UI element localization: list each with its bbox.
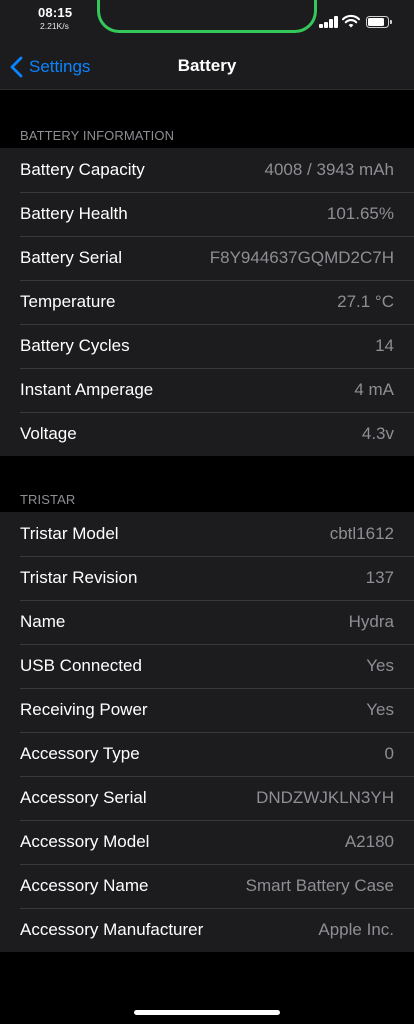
row-label: Battery Capacity — [20, 160, 145, 179]
row-receiving-power[interactable]: Receiving Power Yes — [0, 688, 414, 732]
row-label: Name — [20, 612, 66, 631]
page-title: Battery — [177, 56, 237, 75]
row-value: 0 — [384, 744, 394, 763]
row-label: Accessory Serial — [20, 788, 147, 807]
row-value: 27.1 °C — [337, 292, 394, 311]
row-battery-serial[interactable]: Battery Serial F8Y944637GQMD2C7H — [0, 236, 414, 280]
row-accessory-serial[interactable]: Accessory Serial DNDZWJKLN3YH — [0, 776, 414, 820]
row-label: Battery Health — [20, 204, 128, 223]
row-value: Smart Battery Case — [245, 876, 394, 895]
row-label: Accessory Type — [20, 744, 140, 763]
home-indicator[interactable] — [134, 1010, 280, 1015]
row-voltage[interactable]: Voltage 4.3v — [0, 412, 414, 456]
row-label: Temperature — [20, 292, 116, 311]
row-instant-amperage[interactable]: Instant Amperage 4 mA — [0, 368, 414, 412]
row-label: Accessory Model — [20, 832, 150, 851]
row-value: 4008 / 3943 mAh — [264, 160, 394, 179]
row-label: Battery Cycles — [20, 336, 130, 355]
row-temperature[interactable]: Temperature 27.1 °C — [0, 280, 414, 324]
active-call-indicator — [97, 0, 317, 33]
row-value: Hydra — [348, 612, 394, 631]
row-label: USB Connected — [20, 656, 142, 675]
row-label: Accessory Name — [20, 876, 149, 895]
status-bar: 08:15 2.21K/s — [0, 0, 414, 44]
row-value: Yes — [366, 700, 394, 719]
row-accessory-model[interactable]: Accessory Model A2180 — [0, 820, 414, 864]
row-battery-capacity[interactable]: Battery Capacity 4008 / 3943 mAh — [0, 148, 414, 192]
row-value: A2180 — [344, 832, 394, 851]
row-label: Tristar Revision — [20, 568, 138, 587]
row-battery-health[interactable]: Battery Health 101.65% — [0, 192, 414, 236]
row-usb-connected[interactable]: USB Connected Yes — [0, 644, 414, 688]
section-header-tristar: TRISTAR — [20, 492, 76, 507]
row-value: 4 mA — [354, 380, 394, 399]
row-value: F8Y944637GQMD2C7H — [209, 248, 394, 267]
row-value: 4.3v — [361, 424, 394, 443]
row-tristar-model[interactable]: Tristar Model cbtl1612 — [0, 512, 414, 556]
row-label: Voltage — [20, 424, 77, 443]
wifi-icon — [341, 13, 361, 29]
row-value: 101.65% — [326, 204, 394, 223]
row-value: Apple Inc. — [318, 920, 394, 939]
row-value: 137 — [365, 568, 394, 587]
battery-information-group: Battery Capacity 4008 / 3943 mAh Battery… — [0, 148, 414, 456]
navigation-bar: Settings Battery — [0, 44, 414, 90]
status-time: 08:15 — [38, 5, 73, 20]
row-value: cbtl1612 — [329, 524, 394, 543]
row-value: 14 — [375, 336, 394, 355]
row-battery-cycles[interactable]: Battery Cycles 14 — [0, 324, 414, 368]
battery-icon — [366, 16, 393, 29]
row-value: Yes — [366, 656, 394, 675]
row-label: Tristar Model — [20, 524, 119, 543]
row-label: Instant Amperage — [20, 380, 154, 399]
tristar-group: Tristar Model cbtl1612 Tristar Revision … — [0, 512, 414, 952]
row-tristar-revision[interactable]: Tristar Revision 137 — [0, 556, 414, 600]
row-label: Accessory Manufacturer — [20, 920, 204, 939]
screen: 08:15 2.21K/s Settings Battery BATTERY I… — [0, 0, 414, 1024]
row-label: Receiving Power — [20, 700, 148, 719]
row-accessory-name[interactable]: Accessory Name Smart Battery Case — [0, 864, 414, 908]
row-accessory-type[interactable]: Accessory Type 0 — [0, 732, 414, 776]
row-value: DNDZWJKLN3YH — [256, 788, 394, 807]
row-accessory-manufacturer[interactable]: Accessory Manufacturer Apple Inc. — [0, 908, 414, 952]
network-speed: 2.21K/s — [40, 21, 69, 31]
cellular-signal-icon — [319, 15, 339, 28]
row-label: Battery Serial — [20, 248, 123, 267]
row-name[interactable]: Name Hydra — [0, 600, 414, 644]
section-header-battery-information: BATTERY INFORMATION — [20, 128, 175, 143]
